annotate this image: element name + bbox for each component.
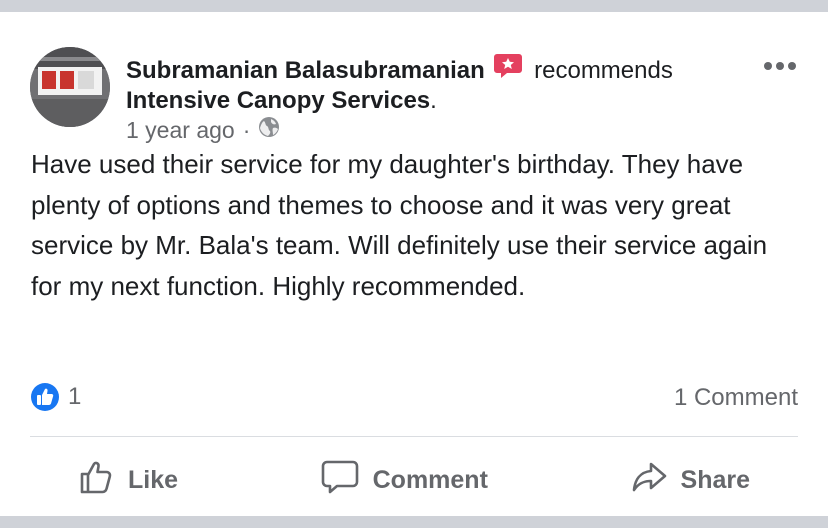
share-button[interactable]: Share xyxy=(583,459,798,502)
more-dot xyxy=(788,62,796,70)
more-dot xyxy=(776,62,784,70)
post-body: Have used their service for my daughter'… xyxy=(31,149,768,301)
actions-divider xyxy=(30,436,798,437)
more-dot xyxy=(764,62,772,70)
author-avatar[interactable] xyxy=(30,47,110,127)
reactions-summary[interactable]: 1 xyxy=(30,382,81,412)
post-timestamp[interactable]: 1 year ago xyxy=(126,117,235,144)
post-header-text: Subramanian Balasubramanian recommends I… xyxy=(126,52,746,115)
meta-separator: · xyxy=(242,116,251,143)
post-meta: 1 year ago · xyxy=(126,116,280,144)
more-options-button[interactable] xyxy=(760,56,800,76)
like-label: Like xyxy=(128,465,179,494)
reaction-count: 1 xyxy=(68,383,82,410)
comment-button[interactable]: Comment xyxy=(273,459,536,502)
author-name[interactable]: Subramanian Balasubramanian xyxy=(126,57,485,84)
share-label: Share xyxy=(680,465,750,494)
share-arrow-icon xyxy=(631,459,681,502)
comments-count-link[interactable]: 1 Comment xyxy=(674,384,798,412)
page-name-period: . xyxy=(430,87,437,114)
page-name-link[interactable]: Intensive Canopy Services xyxy=(126,87,430,114)
recommends-text: recommends xyxy=(534,57,673,84)
recommendation-icon xyxy=(493,52,523,87)
comment-label: Comment xyxy=(372,465,488,494)
post-actions-bar: Like Comment Share xyxy=(30,452,798,508)
like-button[interactable]: Like xyxy=(30,459,226,502)
thumbs-up-icon xyxy=(78,459,128,502)
speech-bubble-icon xyxy=(321,459,373,502)
like-reaction-icon xyxy=(30,382,60,412)
globe-icon xyxy=(258,116,280,144)
post-card: Subramanian Balasubramanian recommends I… xyxy=(0,12,828,516)
